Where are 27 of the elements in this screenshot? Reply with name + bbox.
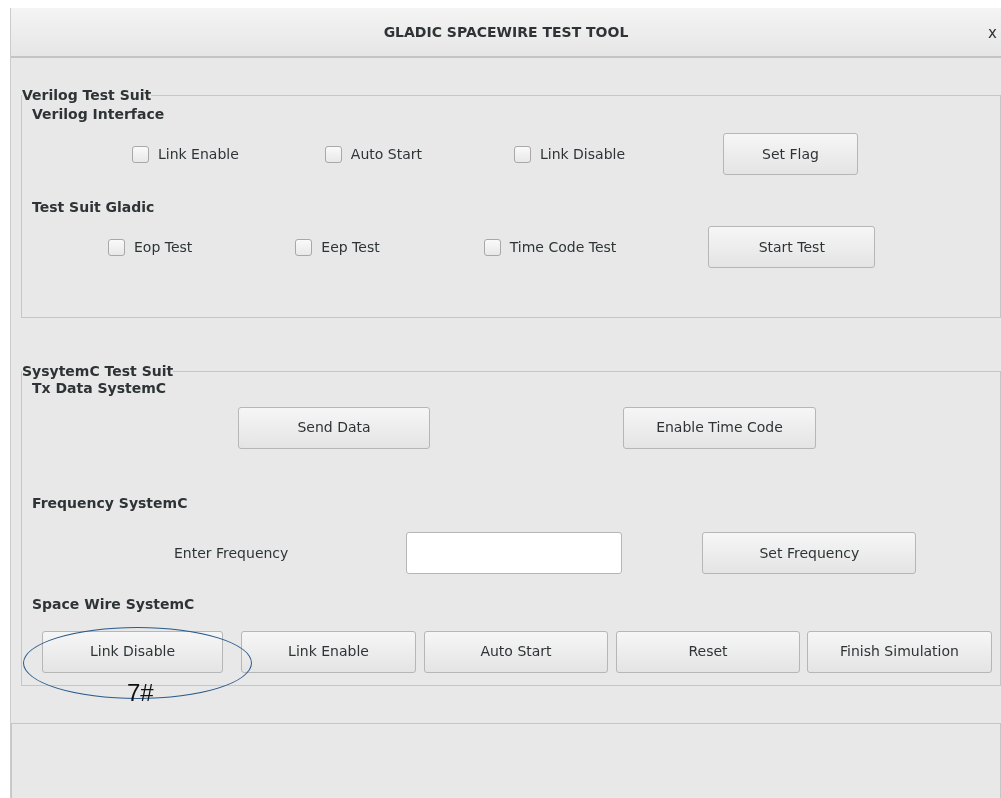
button[interactable]: Link Enable — [241, 630, 416, 673]
button[interactable]: Send Data — [238, 406, 430, 449]
section-title: Frequency SystemC — [32, 494, 188, 513]
section-title: Space Wire SystemC — [32, 595, 195, 614]
button[interactable]: Link Disable — [42, 630, 223, 673]
checkbox[interactable]: Link Enable — [132, 143, 239, 165]
group-title: SysytemC Test Suit — [22, 364, 174, 378]
button[interactable]: Set Frequency — [702, 532, 917, 574]
button[interactable]: Reset — [616, 630, 800, 673]
close-button[interactable]: x — [988, 22, 997, 45]
checkbox[interactable]: Time Code Test — [483, 236, 617, 258]
button[interactable]: Finish Simulation — [807, 630, 992, 673]
section-title: Tx Data SystemC — [32, 379, 167, 398]
group-title: Verilog Test Suit — [22, 88, 152, 102]
checkbox[interactable]: Link Disable — [513, 143, 626, 165]
section-title: Verilog Interface — [32, 105, 165, 124]
input-field[interactable] — [406, 532, 623, 574]
window-title: GLADIC SPACEWIRE TEST TOOL — [383, 22, 629, 42]
button[interactable]: Set Flag — [723, 133, 859, 175]
button[interactable]: Auto Start — [424, 630, 608, 673]
button[interactable]: Enable Time Code — [623, 406, 816, 449]
checkbox[interactable]: Auto Start — [324, 143, 422, 165]
section-title: Test Suit Gladic — [32, 198, 155, 217]
button[interactable]: Start Test — [708, 226, 876, 268]
checkbox[interactable]: Eep Test — [295, 236, 380, 258]
checkbox[interactable]: Eop Test — [108, 236, 193, 258]
field-label: Enter Frequency — [174, 543, 289, 563]
